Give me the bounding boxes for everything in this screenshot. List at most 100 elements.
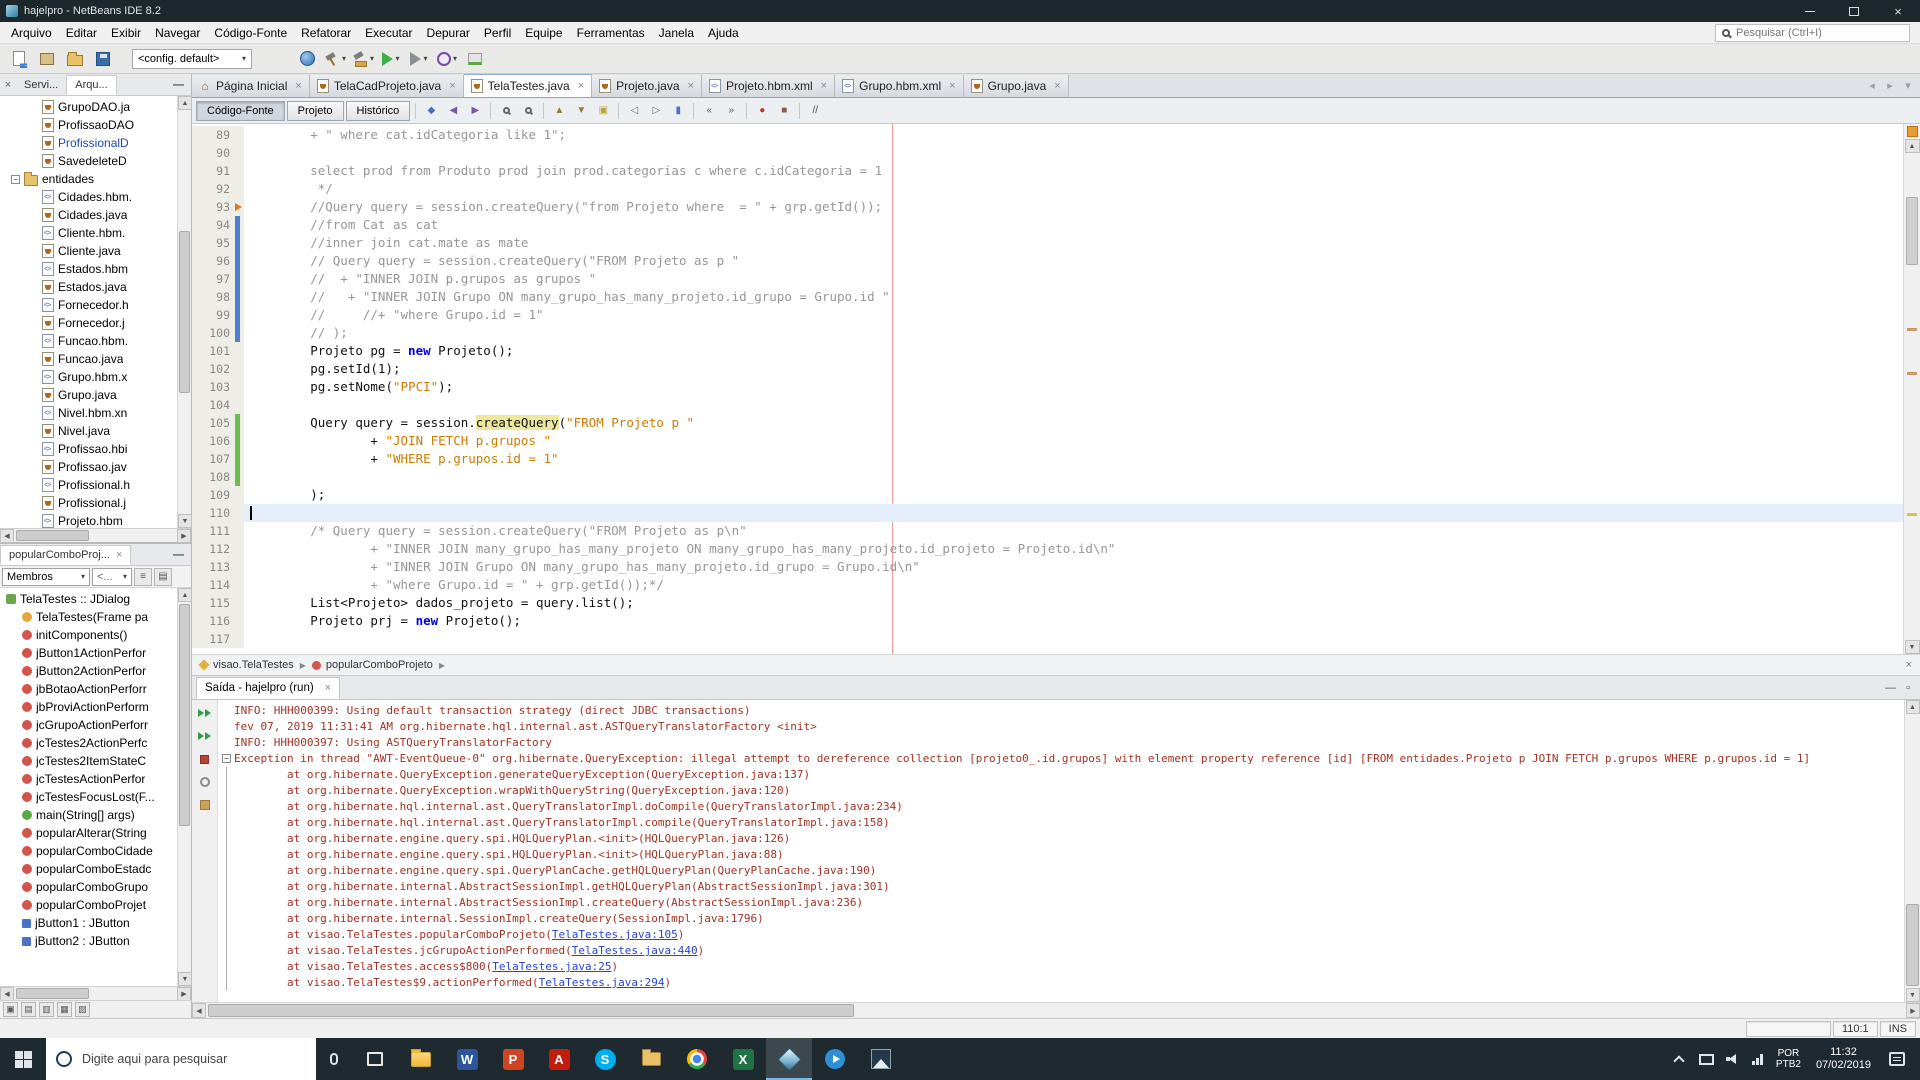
breadcrumb-item-popularcomboprojeto[interactable]: popularComboProjeto [311,659,433,671]
navigator-scope-select[interactable]: <... ▾ [92,567,132,586]
projects-vertical-scrollbar[interactable]: ▲ ▼ [177,96,192,528]
display-tray-icon[interactable] [1698,1053,1714,1065]
shift-right-button[interactable]: » [721,101,741,121]
stop-macro-button[interactable]: ■ [774,101,794,121]
editor-tab-grupo-java[interactable]: Grupo.java × [963,75,1069,97]
code-editor[interactable]: 89 + " where cat.idCategoria like 1"; 90 9… [192,124,1920,654]
filter-button[interactable]: ▦ [57,1002,72,1017]
view-button-hist-rico[interactable]: Histórico [345,100,411,121]
build-button[interactable]: ▾ [322,46,348,72]
breadcrumb-item-visao-telatestes[interactable]: visao.TelaTestes [198,659,294,671]
menu-depurar[interactable]: Depurar [420,23,477,43]
member-item-jctestesactionperfor[interactable]: jcTestesActionPerfor [0,770,177,788]
tree-item-profissional-j[interactable]: Profissional.j [0,494,177,512]
tree-item-profissional-h[interactable]: Profissional.h [0,476,177,494]
editor-tab-grupo-hbm-xml[interactable]: Grupo.hbm.xml × [835,75,964,97]
member-item-jbutton2-jbutton[interactable]: jButton2 : JButton [0,932,177,950]
shift-left-button[interactable]: « [699,101,719,121]
output-console[interactable]: INFO: HHH000399: Using default transacti… [218,700,1904,1002]
panel-close-icon[interactable]: × [0,79,16,91]
member-item-jbbotaoactionperforr[interactable]: jbBotaoActionPerforr [0,680,177,698]
member-item-telatestes-jdialog[interactable]: TelaTestes :: JDialog [0,590,177,608]
output-vertical-scrollbar[interactable]: ▲ ▼ [1904,700,1920,1002]
output-maximize-icon[interactable]: ▫ [1906,682,1910,694]
config-select[interactable]: <config. default> ▾ [132,48,252,69]
language-indicator[interactable]: POR PTB2 [1769,1048,1808,1070]
view-button-projeto[interactable]: Projeto [286,100,344,121]
editor-tab-projeto-hbm-xml[interactable]: Projeto.hbm.xml × [701,75,836,97]
photos-taskbar-button[interactable] [858,1038,904,1080]
forward-button[interactable]: ▶ [465,101,485,121]
close-tab-icon[interactable]: × [449,80,455,92]
menu-editar[interactable]: Editar [59,23,104,43]
skype-taskbar-button[interactable]: S [582,1038,628,1080]
menu-refatorar[interactable]: Refatorar [294,23,358,43]
menu-perfil[interactable]: Perfil [477,23,518,43]
tree-item-fornecedor-j[interactable]: Fornecedor.j [0,314,177,332]
filter-button[interactable]: ▥ [39,1002,54,1017]
panel-tab-arqu[interactable]: Arqu... [66,75,117,95]
rerun-button[interactable] [196,705,214,721]
back-button[interactable]: ◀ [443,101,463,121]
word-taskbar-button[interactable]: W [444,1038,490,1080]
tree-item-cliente-hbm[interactable]: Cliente.hbm. [0,224,177,242]
member-item-jcgrupoactionperforr[interactable]: jcGrupoActionPerforr [0,716,177,734]
menu-ajuda[interactable]: Ajuda [701,23,746,43]
close-tab-icon[interactable]: × [578,80,584,92]
excel-taskbar-button[interactable]: X [720,1038,766,1080]
editor-tab-telacadprojeto-java[interactable]: TelaCadProjeto.java × [309,75,464,97]
fold-toggle[interactable]: − [222,754,231,763]
next-bookmark-button[interactable]: ▷ [646,101,666,121]
tree-item-nivel-hbm-xn[interactable]: Nivel.hbm.xn [0,404,177,422]
last-edit-button[interactable]: ◆ [421,101,441,121]
navigator-vertical-scrollbar[interactable]: ▲ ▼ [177,588,192,986]
navigator-view-button[interactable]: ▤ [154,567,172,586]
tree-item-grupo-hbm-x[interactable]: Grupo.hbm.x [0,368,177,386]
new-file-button[interactable] [6,46,32,72]
navigator-tab[interactable]: popularComboProj... × [0,545,132,565]
menu-arquivo[interactable]: Arquivo [4,23,59,43]
volume-tray-icon[interactable] [1725,1053,1740,1065]
member-item-jbutton1-jbutton[interactable]: jButton1 : JButton [0,914,177,932]
member-item-jctestes2itemstatec[interactable]: jcTestes2ItemStateC [0,752,177,770]
close-tab-icon[interactable]: × [688,80,694,92]
run-button[interactable]: ▾ [378,46,404,72]
taskbar-search-box[interactable]: Digite aqui para pesquisar [46,1038,316,1080]
toggle-highlight-button[interactable]: ▣ [593,101,613,121]
new-project-button[interactable] [34,46,60,72]
menu-exibir[interactable]: Exibir [104,23,148,43]
member-item-popularcombogrupo[interactable]: popularComboGrupo [0,878,177,896]
tree-item-profissao-hbi[interactable]: Profissao.hbi [0,440,177,458]
member-item-initcomponents[interactable]: initComponents() [0,626,177,644]
tree-item-estados-hbm[interactable]: Estados.hbm [0,260,177,278]
close-tab-icon[interactable]: × [116,549,122,561]
scrollbar-thumb[interactable] [1906,196,1918,265]
output-tab[interactable]: Saída - hajelpro (run) × [196,677,341,699]
member-item-jctestesfocuslost-f[interactable]: jcTestesFocusLost(F... [0,788,177,806]
comment-button[interactable]: // [805,101,825,121]
menu-ferramentas[interactable]: Ferramentas [570,23,652,43]
member-item-telatestes-frame-pa[interactable]: TelaTestes(Frame pa [0,608,177,626]
panel-tab-servi[interactable]: Servi... [16,75,66,95]
editor-scrollbar[interactable]: ▲ ▼ [1903,124,1920,654]
tree-item-funcao-hbm[interactable]: Funcao.hbm. [0,332,177,350]
microphone-button[interactable] [316,1038,352,1080]
tree-item-grupo-java[interactable]: Grupo.java [0,386,177,404]
tree-item-funcao-java[interactable]: Funcao.java [0,350,177,368]
tree-item-estados-java[interactable]: Estados.java [0,278,177,296]
tree-item-profissaodao[interactable]: ProfissaoDAO [0,116,177,134]
editor-tab-projeto-java[interactable]: Projeto.java × [592,75,702,97]
close-tab-icon[interactable]: × [949,80,955,92]
tree-item-entidades[interactable]: − entidades [0,170,177,188]
globe-button[interactable] [294,46,320,72]
tab-nav-icon[interactable]: ▸ [1882,79,1898,92]
start-button[interactable] [0,1038,46,1080]
member-item-popularcomboprojet[interactable]: popularComboProjet [0,896,177,914]
navigator-filter-select[interactable]: Membros ▾ [2,567,90,586]
memory-gauge-button[interactable] [462,46,488,72]
start-macro-button[interactable]: ● [752,101,772,121]
open-project-button[interactable] [62,46,88,72]
minimize-button[interactable] [1788,0,1832,22]
close-tab-icon[interactable]: × [295,80,301,92]
tree-item-profissao-jav[interactable]: Profissao.jav [0,458,177,476]
